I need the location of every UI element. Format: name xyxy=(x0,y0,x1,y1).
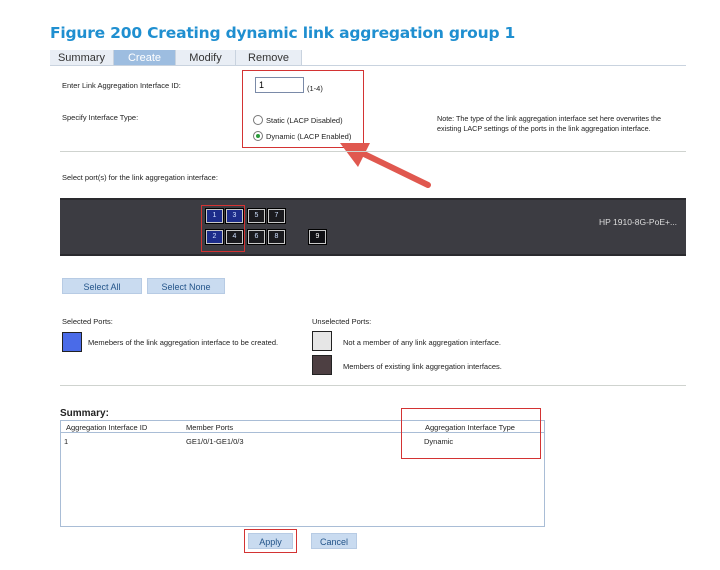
selected-ports-desc: Memebers of the link aggregation interfa… xyxy=(88,338,279,347)
tab-remove[interactable]: Remove xyxy=(236,50,302,66)
port-9[interactable]: 9 xyxy=(308,229,327,245)
existing-member-color-swatch xyxy=(312,355,332,375)
switch-panel xyxy=(60,198,686,256)
table-row-id: 1 xyxy=(64,437,69,446)
not-member-desc: Not a member of any link aggregation int… xyxy=(343,338,502,347)
divider-1 xyxy=(60,151,686,152)
tab-summary[interactable]: Summary xyxy=(50,50,114,66)
column-header-members: Member Ports xyxy=(186,423,234,432)
interface-type-label: Specify Interface Type: xyxy=(62,113,139,122)
highlight-apply xyxy=(244,529,297,553)
interface-id-label: Enter Link Aggregation Interface ID: xyxy=(62,81,181,90)
tab-create[interactable]: Create xyxy=(114,50,176,66)
tab-modify[interactable]: Modify xyxy=(176,50,236,66)
column-header-id: Aggregation Interface ID xyxy=(66,423,148,432)
interface-type-note: Note: The type of the link aggregation i… xyxy=(437,114,662,133)
arrow-icon xyxy=(340,143,431,188)
select-all-button[interactable]: Select All xyxy=(62,278,142,294)
port-5[interactable]: 5 xyxy=(247,208,266,224)
unselected-ports-title: Unselected Ports: xyxy=(312,317,372,326)
figure-title: Figure 200 Creating dynamic link aggrega… xyxy=(50,24,516,42)
divider-2 xyxy=(60,385,686,386)
existing-member-desc: Members of existing link aggregation int… xyxy=(343,362,502,371)
ports-label: Select port(s) for the link aggregation … xyxy=(62,173,218,182)
selected-color-swatch xyxy=(62,332,82,352)
not-member-color-swatch xyxy=(312,331,332,351)
summary-title: Summary: xyxy=(60,408,109,419)
select-none-button[interactable]: Select None xyxy=(147,278,225,294)
device-name: HP 1910-8G-PoE+... xyxy=(599,217,678,227)
port-7[interactable]: 7 xyxy=(267,208,286,224)
selected-ports-title: Selected Ports: xyxy=(62,317,113,326)
table-row-members: GE1/0/1-GE1/0/3 xyxy=(186,437,244,446)
tab-bar: Summary Create Modify Remove xyxy=(50,50,302,66)
cancel-button[interactable]: Cancel xyxy=(311,533,357,549)
highlight-selected-ports xyxy=(201,205,245,252)
port-8[interactable]: 8 xyxy=(267,229,286,245)
tab-divider xyxy=(50,65,686,66)
highlight-aggregation-type xyxy=(401,408,541,459)
port-6[interactable]: 6 xyxy=(247,229,266,245)
